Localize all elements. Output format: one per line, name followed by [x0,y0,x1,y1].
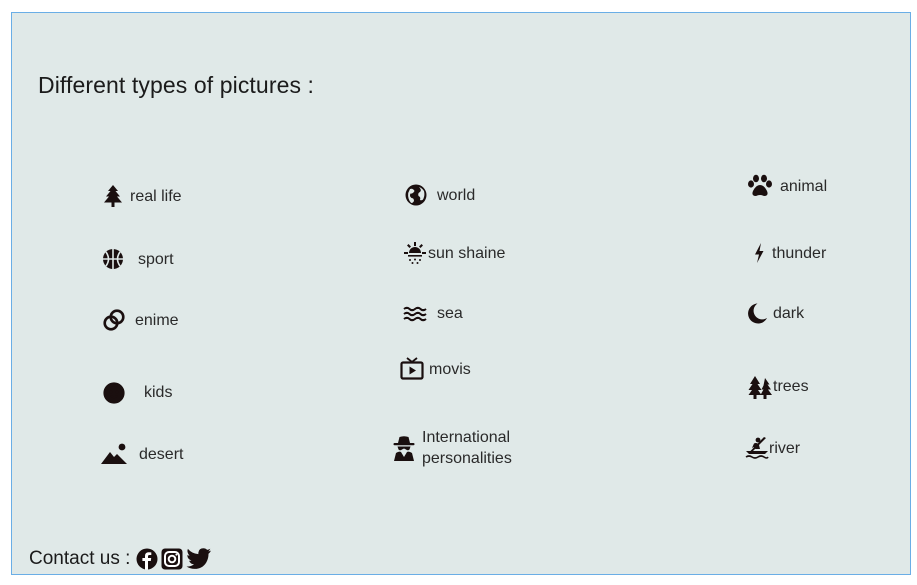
category-thunder[interactable]: thunder [751,241,826,265]
category-enime[interactable]: enime [103,309,179,331]
category-label: kids [144,383,173,401]
sun-rain-icon [403,241,427,265]
category-label: sport [138,250,174,268]
category-world[interactable]: world [405,184,475,206]
spy-icon [393,435,415,461]
child-face-icon [102,380,126,404]
kayak-icon [745,436,769,460]
contact-label: Contact us : [29,548,131,569]
category-sea[interactable]: sea [403,301,463,325]
content-panel: Different types of pictures : real life … [11,12,911,575]
contact-section: Contact us : [29,547,214,571]
category-international-personalities[interactable]: International personalities [393,427,532,469]
category-label: desert [139,445,184,463]
globe-icon [405,184,427,206]
category-label: sea [437,304,463,322]
category-dark[interactable]: dark [746,301,804,325]
category-animal[interactable]: animal [747,174,827,198]
rings-icon [103,309,125,331]
category-kids[interactable]: kids [102,380,172,404]
twitter-icon[interactable] [186,547,212,571]
category-movis[interactable]: movis [400,357,471,381]
bolt-icon [751,241,767,265]
category-sun-shaine[interactable]: sun shaine [403,241,505,265]
category-label: dark [773,304,805,322]
category-trees[interactable]: trees [747,373,809,399]
category-sport[interactable]: sport [102,248,174,270]
tree-icon [101,184,125,208]
category-label: animal [780,177,828,195]
category-label: sun shaine [428,244,506,262]
category-label: real life [130,187,182,205]
category-label: thunder [772,244,827,262]
basketball-icon [102,248,124,270]
category-label: International personalities [422,429,512,467]
facebook-icon[interactable] [136,548,158,570]
category-label: enime [135,311,179,329]
page-title: Different types of pictures : [38,72,315,98]
category-real-life[interactable]: real life [101,184,182,208]
paw-icon [747,174,773,198]
water-waves-icon [403,301,427,325]
category-label: movis [429,360,471,378]
mountain-sun-icon [101,443,127,465]
tv-icon [400,357,424,381]
instagram-icon[interactable] [160,547,184,571]
pine-trees-icon [747,373,773,399]
category-label: trees [773,377,809,395]
category-desert[interactable]: desert [101,443,183,465]
moon-icon [746,301,768,325]
category-label: world [437,186,476,204]
category-river[interactable]: river [745,436,800,460]
category-label: river [769,439,801,457]
